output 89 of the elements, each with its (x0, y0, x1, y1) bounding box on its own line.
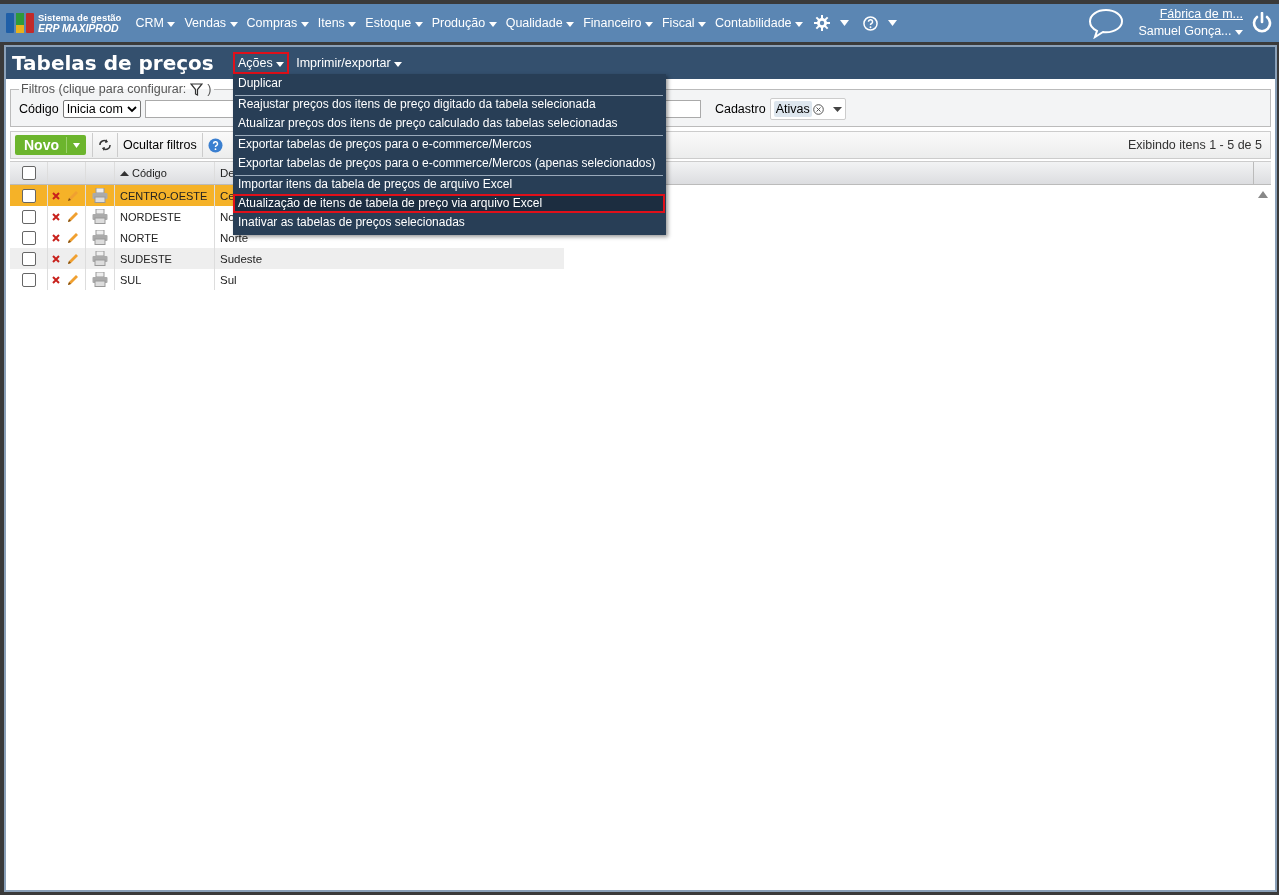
row-checkbox[interactable] (21, 251, 36, 266)
edit-icon[interactable] (66, 188, 80, 203)
printer-icon[interactable] (92, 272, 108, 287)
caret-icon (1235, 30, 1243, 35)
table-cell: Sudeste (220, 252, 263, 265)
filters-legend[interactable]: Filtros (clique para configurar: (21, 82, 187, 96)
row-checkbox[interactable] (21, 272, 36, 287)
table-cell: Norte (220, 231, 249, 244)
logo-title: ERP MAXIPROD (38, 23, 119, 34)
edit-icon[interactable] (66, 272, 80, 287)
caret-icon (348, 22, 357, 27)
page-title: Tabelas de preços (12, 51, 215, 75)
remove-icon[interactable] (812, 103, 824, 115)
action-menu-button[interactable]: Ações (233, 52, 290, 74)
nav-menu[interactable]: CRM (131, 16, 180, 30)
edit-icon[interactable] (66, 230, 80, 245)
edit-icon[interactable] (66, 209, 80, 224)
logo-subtitle: Sistema de gestão (38, 12, 122, 23)
nav-menu[interactable]: Produção (427, 16, 501, 30)
sort-ascending-icon (120, 170, 129, 176)
table-cell: NORDESTE (115, 206, 215, 227)
chevron-icon (126, 105, 137, 113)
row-checkbox[interactable] (21, 209, 36, 224)
user-menu[interactable]: Samuel Gonça... (1138, 23, 1243, 40)
status-select[interactable]: Ativas (769, 98, 846, 120)
menu-item[interactable]: Exportar tabelas de preços para o e-commerce/Mercos (apenas selecionados) (233, 154, 665, 173)
caret-icon (394, 62, 403, 67)
caret-icon (698, 22, 707, 27)
match-select[interactable]: Inicia com (62, 100, 141, 118)
settings-icon[interactable] (814, 15, 830, 31)
table-cell: SUL (115, 269, 215, 290)
nav-menu[interactable]: Compras (242, 16, 313, 30)
edit-icon[interactable] (66, 251, 80, 266)
chat-icon[interactable] (1088, 7, 1125, 39)
menu-item[interactable]: Importar itens da tabela de preços de arquivo Excel (233, 173, 665, 194)
caret-icon (795, 22, 803, 27)
caret-icon (167, 22, 176, 27)
printer-icon[interactable] (92, 230, 108, 245)
company-link[interactable]: Fábrica de m... (1159, 6, 1243, 23)
nav-menu[interactable]: Vendas (180, 16, 242, 30)
refresh-icon (98, 139, 112, 151)
nav-menu[interactable]: Itens (313, 16, 361, 30)
column-header[interactable]: Código (115, 162, 215, 184)
action-menu-button[interactable]: Imprimir/exportar (291, 52, 408, 74)
printer-icon[interactable] (92, 188, 108, 203)
menu-item[interactable]: Duplicar (233, 74, 665, 93)
delete-icon[interactable] (52, 254, 60, 263)
nav-menu[interactable]: Financeiro (579, 16, 657, 30)
menu-item[interactable]: Exportar tabelas de preços para o e-commerce/Mercos (233, 133, 665, 154)
menu-item[interactable]: Inativar as tabelas de preços selecionadas (233, 213, 665, 232)
caret-icon (300, 22, 309, 27)
caret-icon (566, 22, 575, 27)
delete-icon[interactable] (52, 275, 60, 284)
caret-icon (276, 62, 285, 67)
field-label: Código (19, 102, 59, 116)
row-checkbox[interactable] (21, 188, 36, 203)
logo-icon (6, 11, 34, 35)
menu-item[interactable]: Atualização de itens de tabela de preço via arquivo Excel (233, 194, 665, 213)
delete-icon[interactable] (52, 233, 60, 242)
field-label: Cadastro (714, 102, 766, 116)
nav-menu[interactable]: Contabilidade (711, 16, 807, 30)
select-all-checkbox[interactable] (21, 166, 36, 180)
caret-icon (488, 22, 497, 27)
filters-legend-end: ) (207, 82, 212, 96)
caret-icon (229, 22, 238, 27)
paging-info: Exibindo itens 1 - 5 de 5 (1127, 138, 1262, 152)
menu-item[interactable]: Atualizar preços dos itens de preço calculado das tabelas selecionadas (233, 114, 665, 133)
hide-filters-button[interactable]: Ocultar filtros (117, 133, 202, 157)
power-icon[interactable] (1251, 12, 1273, 34)
printer-icon[interactable] (92, 251, 108, 266)
caret-icon (644, 22, 653, 27)
caret-icon (414, 22, 423, 27)
menu-item[interactable]: Reajustar preços dos itens de preço digitado da tabela selecionada (233, 93, 665, 114)
table-cell: SUDESTE (115, 248, 215, 269)
table-cell: Sul (220, 273, 237, 286)
row-checkbox[interactable] (21, 230, 36, 245)
delete-icon[interactable] (52, 191, 60, 200)
table-cell: CENTRO-OESTE (115, 185, 215, 206)
caret-icon[interactable] (832, 106, 842, 112)
scroll-up-icon[interactable] (1257, 191, 1268, 198)
filter-icon[interactable] (190, 82, 204, 96)
delete-icon[interactable] (52, 212, 60, 221)
nav-menu[interactable]: Qualidade (501, 16, 579, 30)
printer-icon[interactable] (92, 209, 108, 224)
help-icon (207, 137, 223, 153)
status-tag: Ativas (773, 101, 812, 117)
nav-menu[interactable]: Estoque (361, 16, 427, 30)
help-icon[interactable] (863, 15, 878, 31)
nav-menu[interactable]: Fiscal (657, 16, 711, 30)
